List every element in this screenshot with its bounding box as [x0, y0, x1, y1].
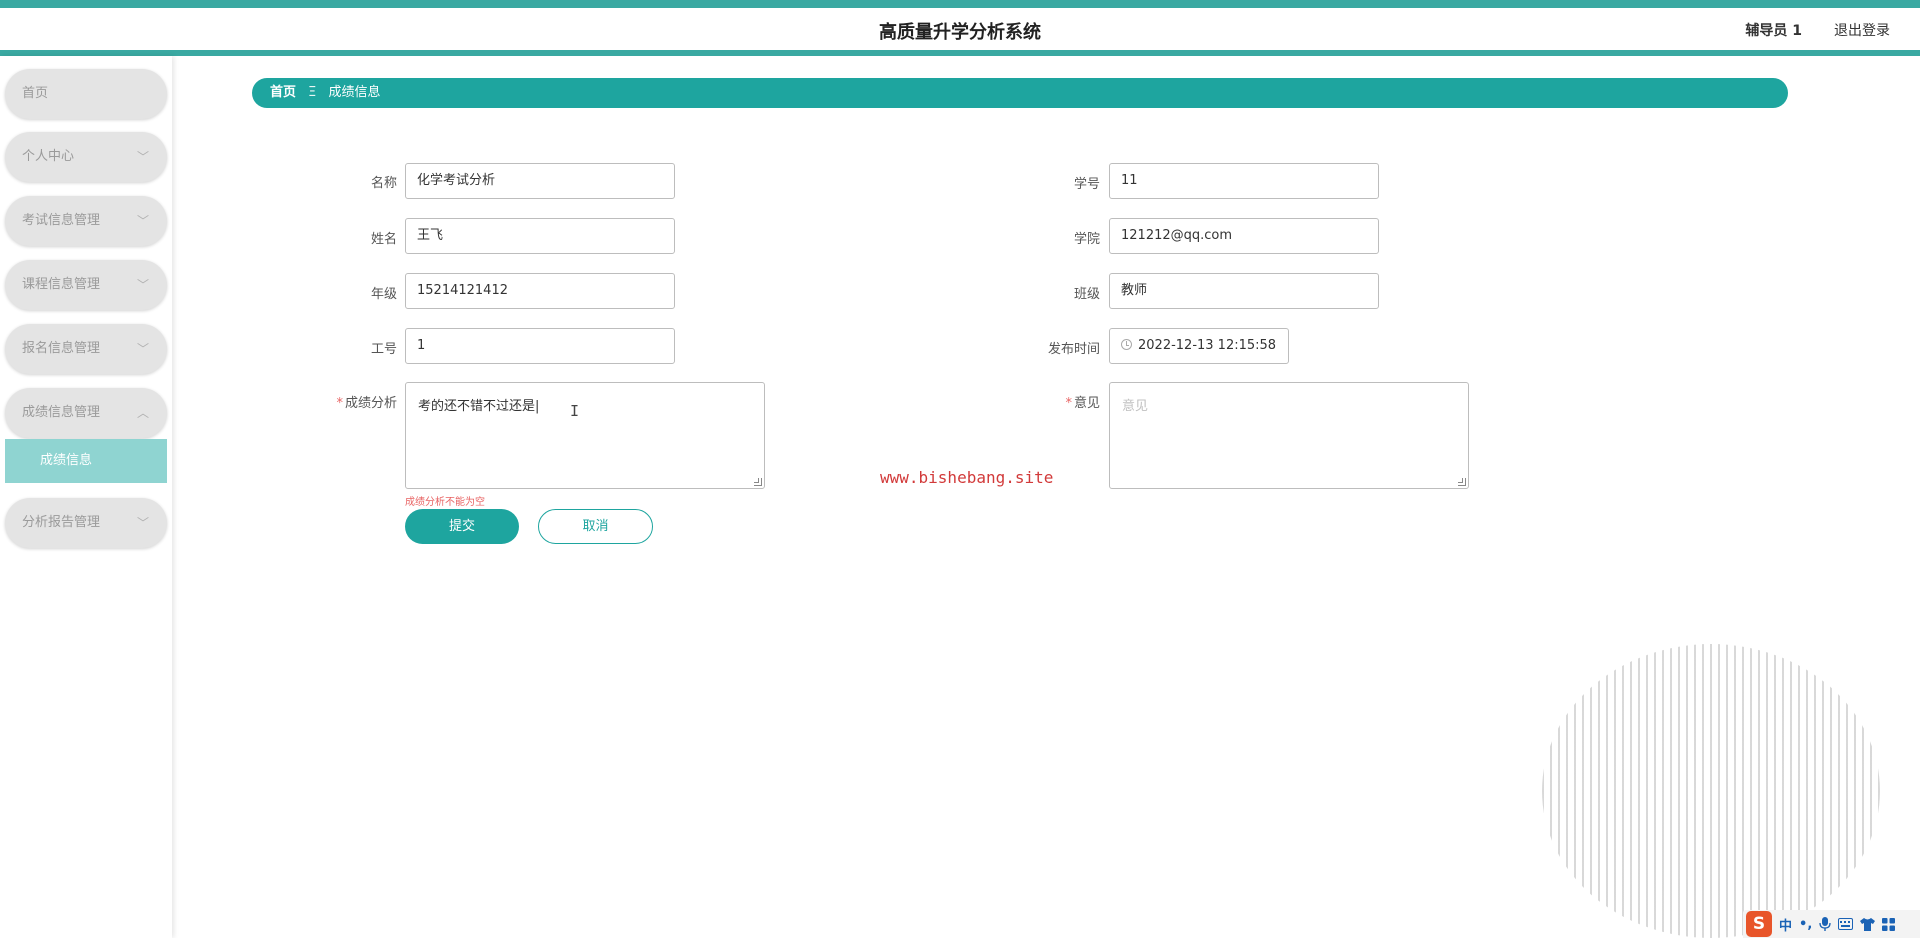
sidebar-item-registration-info[interactable]: 报名信息管理 ﹀	[5, 324, 167, 374]
chevron-down-icon: ﹀	[136, 214, 149, 228]
analysis-textarea-value: 考的还不错不过还是|	[418, 399, 540, 414]
breadcrumb-home[interactable]: 首页	[270, 85, 296, 100]
breadcrumb-separator-icon: Ξ	[308, 85, 317, 100]
college-label: 学院	[1073, 232, 1100, 247]
microphone-icon[interactable]	[1819, 917, 1831, 931]
grade-label: 年级	[370, 287, 397, 302]
sidebar-subitem-score[interactable]: 成绩信息	[5, 439, 167, 483]
sidebar-item-label: 成绩信息管理	[22, 405, 101, 420]
decorative-stripe-circle	[1542, 644, 1880, 938]
breadcrumb: 首页 Ξ 成绩信息	[252, 78, 1788, 108]
sidebar: 首页 个人中心 ﹀ 考试信息管理 ﹀ 课程信息管理 ﹀ 报名信息管理 ﹀ 成绩信…	[0, 56, 172, 938]
sidebar-item-exam-info[interactable]: 考试信息管理 ﹀	[5, 196, 167, 246]
ime-toolbar[interactable]: S 中 •,	[1743, 910, 1920, 938]
text-cursor-icon: I	[570, 402, 580, 420]
keyboard-icon[interactable]	[1838, 918, 1854, 930]
analysis-label: * 成绩分析	[267, 392, 397, 411]
sidebar-item-course-info[interactable]: 课程信息管理 ﹀	[5, 260, 167, 310]
full-name-input[interactable]: 王飞	[405, 218, 675, 254]
breadcrumb-current: 成绩信息	[328, 85, 381, 100]
chevron-down-icon: ﹀	[136, 150, 149, 164]
app-title: 高质量升学分析系统	[879, 22, 1041, 43]
current-user: 辅导员 1	[1745, 23, 1802, 39]
resize-handle-icon[interactable]	[754, 478, 762, 486]
sidebar-item-label: 个人中心	[22, 149, 75, 164]
required-mark: *	[1065, 396, 1072, 411]
sidebar-item-personal-center[interactable]: 个人中心 ﹀	[5, 132, 167, 182]
analysis-error: 成绩分析不能为空	[405, 497, 485, 508]
logout-link[interactable]: 退出登录	[1834, 20, 1890, 40]
class-label: 班级	[1073, 287, 1100, 302]
required-mark: *	[336, 396, 343, 411]
sidebar-item-label: 课程信息管理	[22, 277, 101, 292]
sidebar-item-score-info[interactable]: 成绩信息管理 ︿	[5, 388, 167, 438]
sidebar-item-label: 考试信息管理	[22, 213, 101, 228]
student-no-label: 学号	[1073, 177, 1100, 192]
opinion-label-text: 意见	[1073, 396, 1100, 411]
full-name-label: 姓名	[370, 232, 397, 247]
opinion-placeholder: 意见	[1122, 399, 1149, 414]
opinion-label: * 意见	[970, 392, 1100, 411]
sidebar-item-label: 首页	[22, 86, 49, 101]
ime-punctuation-toggle[interactable]: •,	[1799, 917, 1812, 932]
skin-shirt-icon[interactable]	[1860, 917, 1876, 931]
analysis-textarea[interactable]: 考的还不错不过还是|	[405, 382, 765, 489]
chevron-up-icon: ︿	[136, 406, 149, 420]
analysis-label-text: 成绩分析	[344, 396, 397, 411]
publish-time-value: 2022-12-13 12:15:58	[1138, 338, 1277, 353]
sidebar-item-label: 报名信息管理	[22, 341, 101, 356]
name-label: 名称	[370, 176, 397, 191]
watermark-text: www.bishebang.site	[880, 468, 1054, 487]
opinion-textarea[interactable]: 意见	[1109, 382, 1469, 489]
publish-time-label: 发布时间	[1047, 342, 1100, 357]
job-no-input[interactable]: 1	[405, 328, 675, 364]
sidebar-item-label: 分析报告管理	[22, 515, 101, 530]
chevron-down-icon: ﹀	[136, 342, 149, 356]
chevron-down-icon: ﹀	[136, 516, 149, 530]
college-input[interactable]: 121212@qq.com	[1109, 218, 1379, 254]
grade-input[interactable]: 15214121412	[405, 273, 675, 309]
sogou-logo-icon[interactable]: S	[1746, 911, 1772, 937]
sidebar-subitem-label: 成绩信息	[40, 453, 93, 468]
top-header: 高质量升学分析系统 辅导员 1 退出登录	[0, 0, 1920, 56]
toolbox-grid-icon[interactable]	[1882, 917, 1896, 931]
chevron-down-icon: ﹀	[136, 278, 149, 292]
submit-button[interactable]: 提交	[405, 509, 519, 544]
clock-icon	[1121, 339, 1132, 350]
sidebar-item-home[interactable]: 首页	[5, 69, 167, 119]
student-no-input[interactable]: 11	[1109, 163, 1379, 199]
cancel-button[interactable]: 取消	[538, 509, 653, 544]
ime-mode-toggle[interactable]: 中	[1779, 915, 1792, 934]
class-input[interactable]: 教师	[1109, 273, 1379, 309]
name-input[interactable]: 化学考试分析	[405, 163, 675, 199]
job-no-label: 工号	[370, 342, 397, 357]
publish-time-picker[interactable]: 2022-12-13 12:15:58	[1109, 328, 1289, 364]
resize-handle-icon[interactable]	[1458, 478, 1466, 486]
sidebar-item-analysis-report[interactable]: 分析报告管理 ﹀	[5, 498, 167, 548]
